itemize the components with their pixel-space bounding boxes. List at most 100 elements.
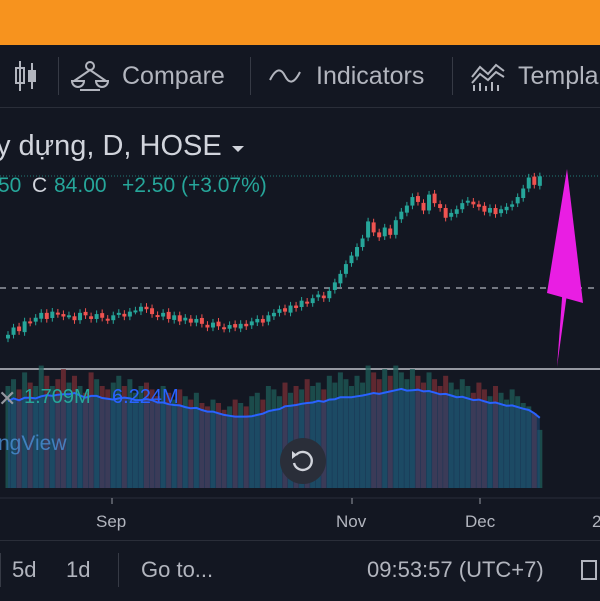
candle-body (150, 308, 155, 315)
compare-button[interactable]: Compare (70, 45, 225, 107)
go-to-button[interactable]: Go to... (141, 541, 213, 599)
candle-body (105, 318, 110, 321)
candle-body (443, 208, 448, 218)
x-tick-dec: Dec (465, 512, 496, 531)
indicators-button[interactable]: Indicators (268, 45, 424, 107)
candle-body (17, 326, 22, 332)
candle-body (343, 264, 348, 274)
candle-body (288, 305, 293, 313)
candle-body (438, 204, 443, 209)
templates-icon (471, 63, 505, 91)
close-key: C (32, 174, 48, 197)
candle-body (521, 188, 526, 199)
candle-body (11, 327, 16, 335)
candle-body (366, 221, 371, 238)
candle-body (482, 205, 487, 212)
candle-body (238, 323, 243, 329)
templates-label: Templa (518, 61, 599, 90)
templates-button[interactable]: Templa (470, 45, 599, 107)
candle-body (183, 317, 188, 321)
time-zone-button[interactable]: 09:53:57 (UTC+7) (367, 541, 544, 599)
candle-body (194, 318, 199, 323)
candle-body (222, 327, 227, 330)
candle-body (465, 200, 470, 203)
candle-body (260, 318, 265, 323)
candle-body (515, 197, 520, 204)
change-value: +2.50 (+3.07%) (122, 174, 267, 197)
range-1d-label: 1d (66, 557, 91, 582)
candle-body (89, 316, 94, 319)
candle-body (244, 323, 249, 327)
candle-body (100, 313, 105, 318)
candle-body (33, 317, 38, 322)
range-1d-button[interactable]: 1d (66, 541, 90, 599)
candle-body (55, 312, 60, 315)
candle-body (537, 176, 542, 186)
candle-body (427, 194, 432, 211)
x-tick-sep: Sep (96, 512, 127, 531)
candle-body (39, 312, 44, 319)
candle-body (476, 204, 481, 207)
candle-body (122, 313, 127, 317)
candle-body (393, 220, 398, 235)
candles (6, 172, 542, 343)
candle-body (504, 206, 509, 211)
candle-body (355, 247, 360, 257)
candle-body (526, 177, 531, 189)
candle-body (415, 196, 420, 202)
candle-body (50, 311, 55, 318)
candle-body (116, 312, 121, 315)
candle-body (299, 300, 304, 308)
candle-body (349, 255, 354, 264)
indicators-label: Indicators (316, 61, 425, 90)
candle-body (205, 324, 210, 328)
reset-icon (292, 450, 313, 472)
symbol-dropdown-caret-icon[interactable] (232, 146, 244, 152)
x-tick-next: 2 (592, 512, 600, 531)
reset-chart-button[interactable] (280, 438, 326, 484)
candle-body (510, 204, 515, 207)
range-5d-button[interactable]: 5d (12, 541, 36, 599)
tradingview-watermark: ngView (0, 432, 67, 455)
symbol-title[interactable]: y dựng, D, HOSE (0, 130, 222, 163)
annotation-arrow (547, 169, 583, 367)
candle-body (111, 315, 116, 321)
compare-icon (70, 61, 110, 91)
candle-body (332, 282, 337, 290)
collapse-icon[interactable]: ✕ (0, 386, 16, 412)
orange-top-bar (0, 0, 600, 45)
candle-body (277, 309, 282, 313)
candle-body (305, 301, 310, 304)
candle-body (72, 316, 77, 321)
candle-body (338, 273, 343, 284)
volume-value: 1.709M (24, 386, 91, 408)
candle-body (371, 222, 376, 233)
candle-body (532, 176, 537, 185)
candle-body (487, 208, 492, 213)
indicators-icon (269, 69, 301, 83)
candle-body (460, 203, 465, 210)
candle-body (199, 317, 204, 324)
candle-body (493, 208, 498, 215)
candle-body (83, 311, 88, 316)
candle-body (161, 312, 166, 317)
candle-body (133, 310, 138, 313)
candle-body (294, 305, 299, 308)
candle-body (255, 318, 260, 323)
settings-button[interactable] (580, 541, 598, 599)
open-partial-value: 50 (0, 174, 22, 197)
candle-body (283, 308, 287, 312)
candle-body (249, 321, 254, 326)
candle-body (360, 238, 365, 248)
candle-body (210, 322, 215, 328)
candle-body (499, 209, 504, 214)
candles-type-button[interactable] (12, 45, 40, 107)
candle-body (432, 193, 437, 204)
candle-body (144, 306, 149, 310)
candle-body (22, 321, 27, 333)
candle-body (78, 312, 83, 321)
candle-body (404, 205, 409, 213)
candle-body (327, 290, 332, 299)
volume-ma-value: 6.224M (112, 386, 179, 408)
candle-body (227, 325, 232, 329)
